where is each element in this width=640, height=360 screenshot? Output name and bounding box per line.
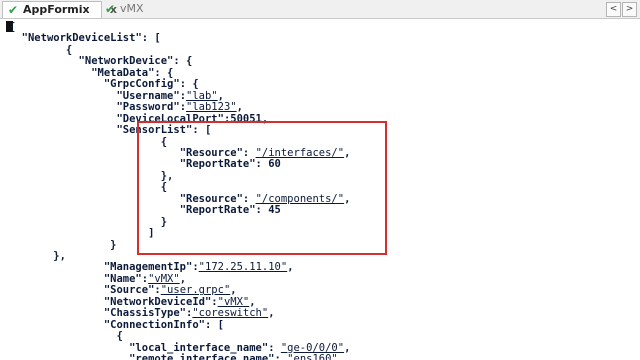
code-line: "ConnectionInfo": [: [103, 318, 224, 331]
json-editor[interactable]: { "NetworkDeviceList": [ { "NetworkDevic…: [0, 19, 640, 360]
tab-label: AppFormix: [23, 3, 90, 16]
tab-appformix[interactable]: ✔ AppFormix x: [2, 1, 117, 18]
tab-label: vMX: [120, 2, 144, 15]
code-line: "local_interface_name": "ge-0/0/0",: [129, 341, 351, 354]
code-line: "ChassisType":"coreswitch",: [103, 307, 275, 320]
code-line: ]: [9, 227, 155, 240]
code-line: "GrpcConfig": {: [103, 78, 199, 91]
code-line: "MetaData": {: [91, 66, 174, 79]
code-line: {: [9, 43, 73, 56]
code-line: }: [9, 238, 117, 251]
code-line: "Source":"user.grpc",: [103, 284, 237, 297]
sensor-list-highlight: [137, 121, 387, 255]
code-line: },: [9, 250, 66, 262]
code-line: "NetworkDeviceList": [: [21, 32, 161, 45]
code-line: {: [9, 21, 16, 33]
check-icon: ✔: [8, 3, 19, 17]
check-icon: ✔: [105, 2, 116, 16]
tab-vmx[interactable]: ✔ vMX: [100, 1, 180, 17]
code-line: "NetworkDevice": {: [78, 55, 193, 68]
code-line: "Password":"lab123",: [116, 101, 243, 114]
code-line: "remote_interface_name": "ens160",: [129, 353, 345, 360]
code-line: "NetworkDeviceId":"vMX",: [103, 295, 256, 308]
code-line: "ManagementIp":"172.25.11.10",: [103, 261, 294, 274]
tab-bar: ✔ AppFormix x ✔ vMX < >: [0, 0, 640, 19]
code-line: {: [9, 330, 123, 343]
scroll-left-button[interactable]: <: [606, 2, 621, 17]
code-line: "Username":"lab",: [116, 89, 224, 102]
scroll-right-button[interactable]: >: [622, 2, 637, 17]
code-line: "Name":"vMX",: [103, 272, 187, 285]
